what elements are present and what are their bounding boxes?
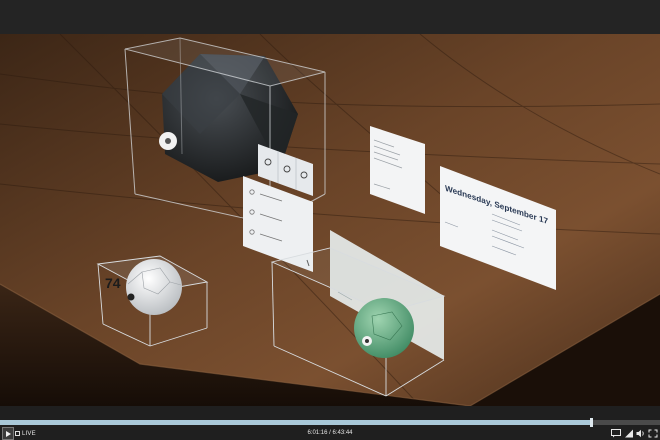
fullscreen-button[interactable] xyxy=(648,427,658,440)
live-indicator-icon xyxy=(15,431,20,436)
cube-number-label: 74 xyxy=(105,275,121,291)
seek-bar-progress xyxy=(0,420,591,425)
time-display: 6:01:16 / 6:43:44 xyxy=(300,427,360,440)
video-scene: Wednesday, September 17 74 xyxy=(0,34,660,406)
top-bar xyxy=(0,0,660,34)
quality-button[interactable] xyxy=(624,427,634,440)
time-separator: / xyxy=(329,430,331,436)
controls-row: LIVE 6:01:16 / 6:43:44 xyxy=(0,427,660,440)
play-icon xyxy=(6,430,11,437)
video-frame[interactable]: Wednesday, September 17 74 xyxy=(0,34,660,406)
volume-icon xyxy=(636,429,644,438)
control-bar: LIVE 6:01:16 / 6:43:44 xyxy=(0,406,660,440)
volume-button[interactable] xyxy=(636,427,646,440)
captions-icon xyxy=(611,429,621,438)
play-button[interactable] xyxy=(2,427,14,440)
live-label: LIVE xyxy=(22,430,36,437)
live-button[interactable]: LIVE xyxy=(15,427,36,440)
video-player: Wednesday, September 17 74 LIVE 6:01:16 … xyxy=(0,0,660,440)
seek-bar-handle[interactable] xyxy=(589,418,593,427)
seek-bar[interactable] xyxy=(0,418,660,427)
fullscreen-icon xyxy=(648,429,658,438)
captions-button[interactable] xyxy=(611,427,621,440)
signal-quality-icon xyxy=(625,429,633,438)
total-time: 6:43:44 xyxy=(332,430,353,436)
current-time: 6:01:16 xyxy=(307,430,328,436)
